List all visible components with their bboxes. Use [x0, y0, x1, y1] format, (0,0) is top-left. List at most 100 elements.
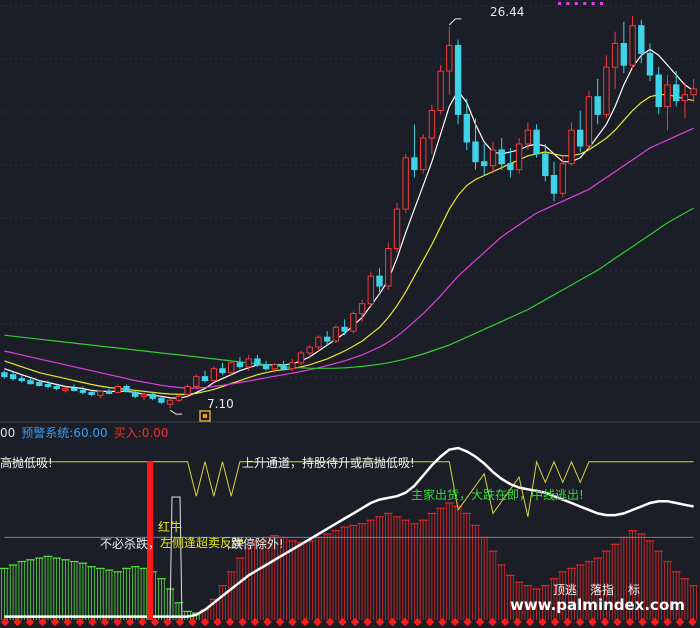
text-limit-down: ,跌停除外!	[227, 536, 284, 551]
candle-body-75	[655, 74, 662, 107]
candle-body-1	[9, 374, 17, 380]
candle-body-42	[367, 275, 375, 305]
candle-body-44	[385, 248, 392, 287]
candle-body-12	[105, 390, 113, 394]
top-dot-3	[583, 2, 587, 5]
candle-body-30	[262, 364, 270, 370]
candle-body-0	[1, 372, 8, 378]
candle-body-15	[132, 391, 139, 397]
candle-body-38	[332, 326, 340, 342]
text-drop-index: 落指	[590, 582, 614, 597]
candle-body-49	[428, 110, 436, 139]
candle-body-47	[411, 157, 418, 171]
candle-body-11	[97, 390, 104, 396]
text-mark: 标	[628, 583, 640, 597]
text-up-channel: 上升通道，持股待升或高抛低吸!	[242, 455, 415, 470]
buy-label: 买入:	[113, 426, 142, 440]
text-red-cow: 红牛	[158, 519, 182, 534]
watermark: www.palmindex.com	[510, 596, 685, 614]
candle-body-32	[280, 364, 287, 370]
candle-body-23	[201, 376, 209, 382]
warn-label: 预警系统:	[21, 426, 74, 440]
candle-body-35	[306, 346, 313, 354]
candle-body-8	[71, 388, 78, 391]
candle-body-41	[358, 303, 366, 315]
candle-body-78	[681, 94, 689, 102]
chart-background	[0, 0, 700, 628]
candle-body-5	[44, 384, 52, 387]
candle-body-26	[228, 362, 235, 374]
candle-body-25	[219, 368, 226, 374]
warn-value: 60.00	[73, 426, 108, 440]
candle-body-34	[297, 352, 305, 364]
candle-body-71	[620, 43, 627, 66]
candle-body-60	[524, 129, 532, 145]
candle-body-50	[437, 70, 444, 111]
candle-body-58	[507, 163, 514, 171]
candle-body-54	[472, 141, 479, 163]
candle-body-69	[603, 66, 610, 115]
candle-body-48	[420, 137, 427, 171]
buy-value: 0.00	[141, 426, 169, 440]
candle-body-10	[88, 391, 95, 395]
top-dot-0	[558, 2, 561, 5]
candle-body-9	[79, 389, 87, 393]
top-dot-4	[591, 2, 595, 5]
candle-body-40	[350, 313, 357, 332]
candle-body-27	[236, 362, 244, 368]
candle-body-7	[62, 388, 69, 391]
stock-chart: 26.44 7.10 高抛低吸! 上升通道，持股待升或高抛低吸! 主家出货，大跌…	[0, 0, 700, 628]
candle-body-79	[690, 88, 697, 96]
candle-body-28	[245, 358, 252, 368]
text-top-left: 高抛低吸!	[0, 455, 53, 470]
low-label: 7.10	[207, 397, 234, 411]
candle-body-18	[158, 397, 165, 403]
candle-body-43	[376, 275, 383, 287]
candle-body-31	[271, 364, 279, 370]
candle-body-63	[550, 175, 558, 194]
candle-body-37	[324, 336, 331, 342]
candle-body-52	[454, 44, 462, 115]
candle-body-67	[585, 96, 593, 147]
candle-body-66	[577, 129, 584, 147]
text-top-escape: 顶逃	[553, 583, 577, 597]
candle-body-45	[393, 208, 401, 250]
candle-body-64	[559, 163, 566, 194]
candle-body-76	[664, 84, 671, 108]
candle-body-4	[36, 382, 43, 386]
candle-body-65	[568, 129, 575, 165]
candle-body-61	[533, 129, 540, 155]
candle-body-16	[140, 393, 148, 397]
candle-body-51	[446, 44, 453, 72]
candle-body-3	[27, 380, 34, 385]
candle-body-6	[53, 386, 60, 389]
candle-body-77	[673, 84, 680, 102]
candle-body-39	[341, 326, 348, 332]
text-main-out: 主家出货，大跌在即，中线逃出!	[411, 487, 584, 502]
candle-body-68	[594, 96, 601, 115]
low-marker-inner-icon	[203, 414, 207, 418]
candle-body-22	[193, 376, 200, 388]
candle-body-70	[611, 43, 619, 68]
indicator-readout: 00 预警系统:60.00 买入:0.00	[0, 425, 174, 441]
top-dot-5	[600, 2, 603, 5]
candle-body-56	[489, 149, 497, 167]
candle-body-24	[210, 368, 218, 382]
candle-body-62	[542, 153, 549, 177]
candle-body-20	[175, 395, 183, 401]
candle-body-13	[114, 386, 121, 393]
candle-body-2	[18, 378, 26, 382]
top-dot-1	[566, 2, 570, 5]
candle-body-59	[515, 143, 523, 171]
candle-body-55	[481, 161, 488, 167]
candle-body-33	[289, 362, 296, 370]
candle-body-17	[149, 393, 156, 399]
candle-body-36	[315, 336, 322, 348]
candle-body-53	[463, 113, 471, 143]
candle-body-21	[184, 386, 191, 395]
candle-body-72	[629, 25, 636, 66]
candle-body-46	[402, 157, 409, 210]
high-label: 26.44	[490, 5, 524, 19]
candle-body-74	[646, 52, 654, 76]
candle-body-29	[254, 358, 261, 366]
